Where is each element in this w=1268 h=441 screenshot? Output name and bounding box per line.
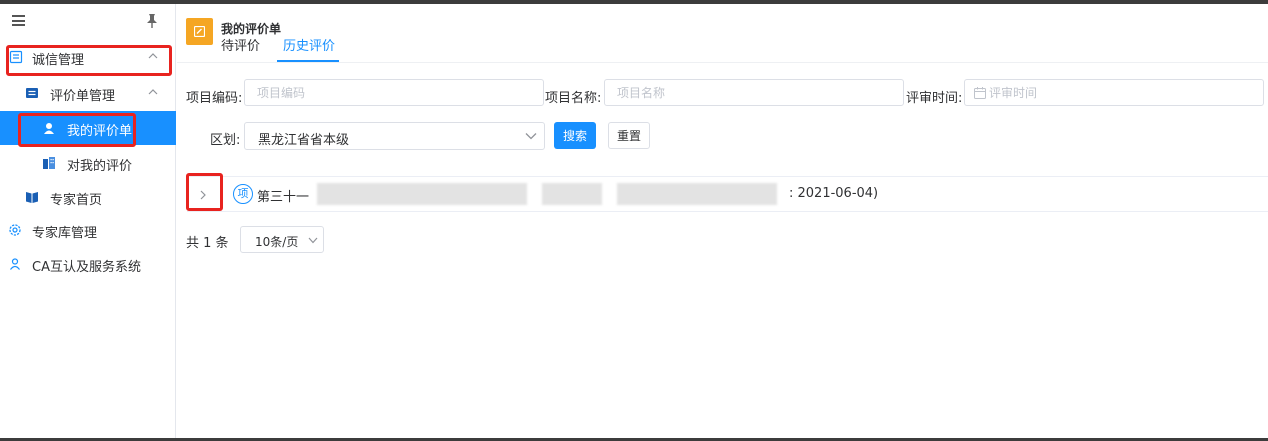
region-label: 区划: [210,133,241,148]
calendar-icon [974,87,986,99]
sidebar-item-label: 诚信管理 [32,53,85,68]
chevron-down-icon [308,237,318,244]
page-size-select[interactable]: 10条/页 [240,226,324,253]
sidebar-item-expert-library[interactable]: 专家库管理 [0,213,176,247]
sidebar-item-evaluations-of-me[interactable]: 对我的评价 [0,146,176,180]
row-title: 第三十一 [257,190,310,205]
sidebar: 诚信管理 评价单管理 我的评价单 对我的评价 专家首页 专家库管理 CA互认及服… [0,4,176,438]
pin-icon[interactable] [145,13,159,29]
chevron-down-icon [525,133,537,140]
review-time-picker[interactable] [964,79,1264,106]
project-code-input[interactable] [244,79,544,106]
sidebar-item-ca-mutual[interactable]: CA互认及服务系统 [0,247,176,281]
redacted-area [617,183,777,205]
project-name-label: 项目名称: [545,91,602,106]
tab-history[interactable]: 历史评价 [283,35,335,54]
region-select[interactable]: 黑龙江省省本级 [244,122,545,150]
chevron-up-icon [148,53,158,59]
sidebar-item-label: 评价单管理 [50,89,116,104]
chevron-up-icon [148,89,158,95]
document-icon [9,50,23,64]
redacted-area [542,183,602,205]
sidebar-item-label: 我的评价单 [67,124,133,139]
search-button[interactable]: 搜索 [554,122,596,149]
page-size-value: 10条/页 [255,235,299,249]
sidebar-header [0,4,176,38]
sidebar-item-expert-home[interactable]: 专家首页 [0,180,176,214]
building-icon [43,157,55,169]
sidebar-item-label: 对我的评价 [67,159,133,174]
sidebar-item-label: 专家首页 [50,193,103,208]
main-content: 我的评价单 待评价 历史评价 项目编码: 项目名称: 评审时间: 区划: 黑龙江… [177,4,1268,438]
logo [186,18,213,45]
row-review-date: : 2021-06-04) [785,186,879,201]
reset-button[interactable]: 重置 [608,122,650,149]
sidebar-item-label: CA互认及服务系统 [32,260,141,275]
sidebar-item-integrity[interactable]: 诚信管理 [0,40,176,74]
list-card-icon [26,88,38,98]
table-row[interactable]: 项 第三十一 : 2021-06-04) [186,173,1268,212]
book-icon [26,192,38,203]
sidebar-item-my-evaluations[interactable]: 我的评价单 [0,111,176,145]
user-icon [10,258,20,270]
user-card-icon [44,123,54,134]
tabs-divider [177,62,1268,63]
gear-icon [9,224,21,236]
project-name-input[interactable] [604,79,904,106]
edit-document-icon [194,26,205,37]
review-time-label: 评审时间: [906,91,963,106]
sidebar-item-evaluation-management[interactable]: 评价单管理 [0,76,176,110]
project-badge: 项 [233,184,253,204]
redacted-area [317,183,527,205]
total-count: 共 1 条 [186,236,229,251]
region-select-value: 黑龙江省省本级 [258,133,350,148]
chevron-right-icon[interactable] [199,190,207,200]
sidebar-item-label: 专家库管理 [32,226,98,241]
tab-pending[interactable]: 待评价 [221,35,260,54]
hamburger-menu-icon[interactable] [12,15,25,26]
review-time-input[interactable] [989,80,1229,105]
project-code-label: 项目编码: [186,91,243,106]
